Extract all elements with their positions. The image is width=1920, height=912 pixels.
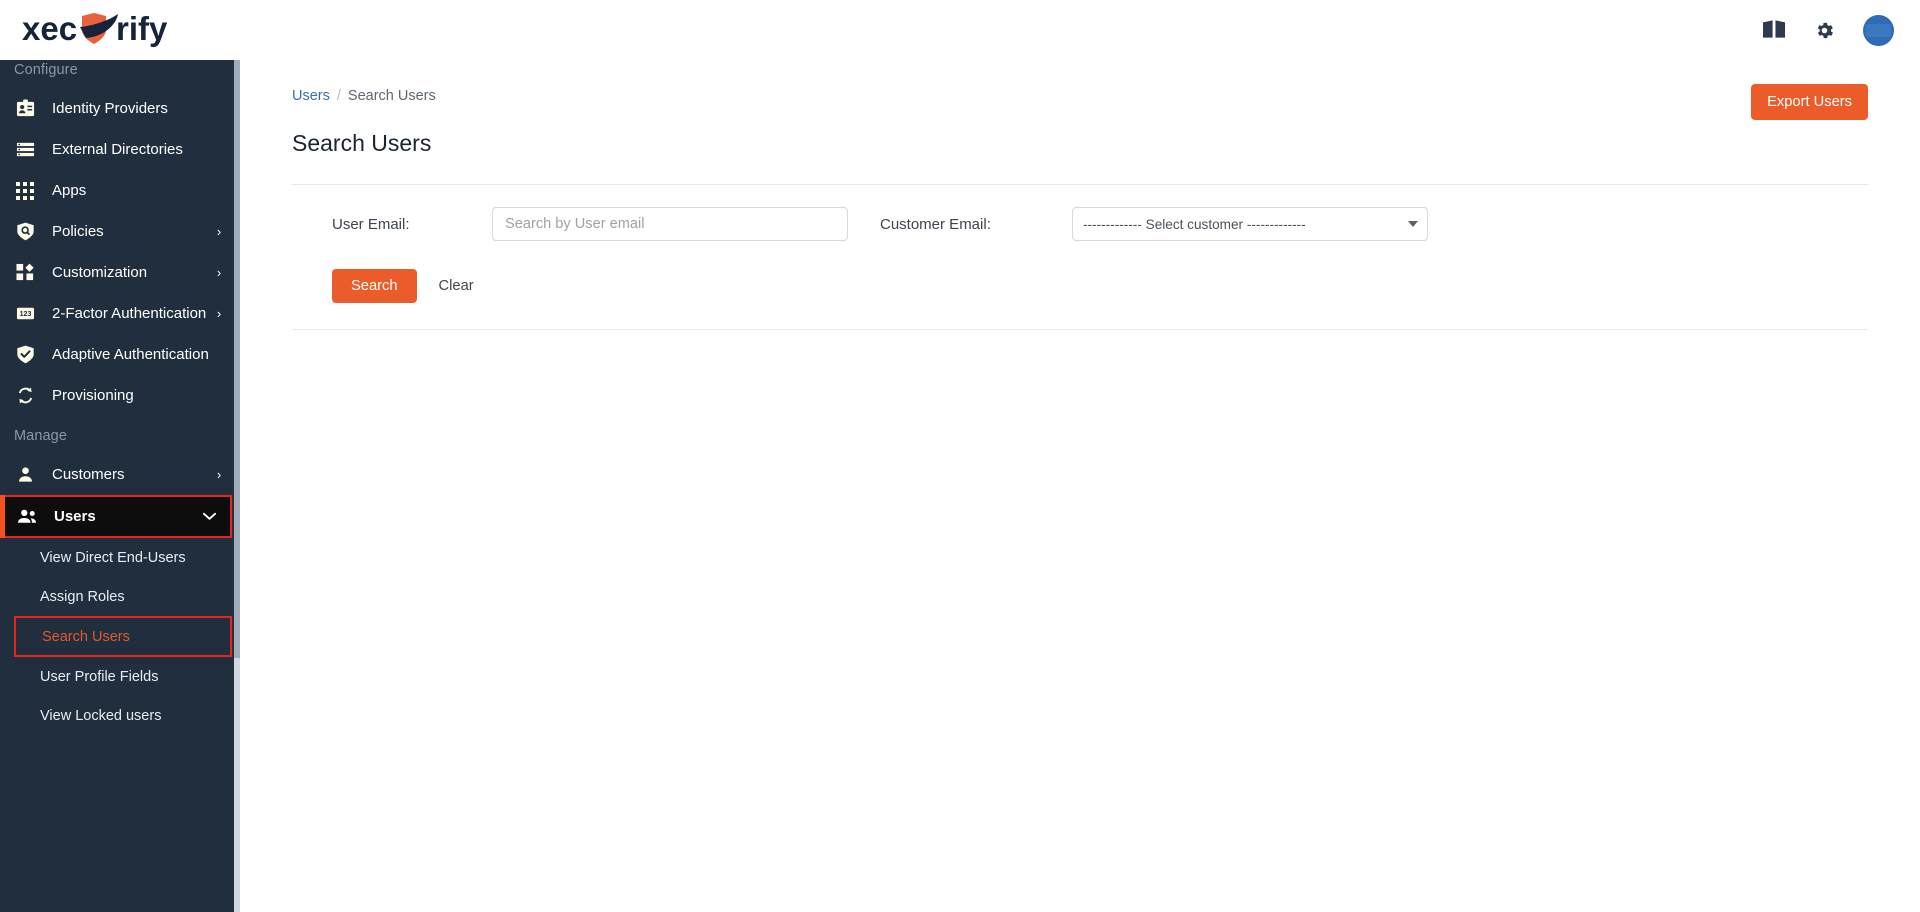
sidebar-item-label: Customization [52,264,148,281]
top-bar: xec rify [0,0,1920,60]
sidebar-subitem-search-users[interactable]: Search Users [14,616,232,657]
sidebar-item-customization[interactable]: Customization › [0,252,240,293]
sidebar-subitem-view-locked-users[interactable]: View Locked users [0,696,240,735]
gear-icon[interactable] [1814,20,1835,41]
sidebar-item-label: 2-Factor Authentication [52,305,207,322]
sidebar-section-manage: Manage [14,428,67,444]
id-badge-icon [14,98,36,120]
svg-text:123: 123 [19,311,31,318]
sidebar-subitem-label: Assign Roles [40,588,125,605]
shield-search-icon [14,221,36,243]
sidebar-item-label: Provisioning [52,387,134,404]
xecurify-logo-icon: xec rify [22,10,168,47]
list-icon [14,139,36,161]
panel-bottom-divider [292,329,1868,330]
breadcrumb-separator: / [336,88,341,104]
page-title: Search Users [292,130,432,156]
chevron-down-icon [202,512,216,521]
book-icon[interactable] [1763,20,1786,40]
sidebar-subitem-label: Search Users [42,628,130,645]
sidebar-item-label: Adaptive Authentication [52,346,209,363]
sidebar-item-2fa[interactable]: 123 2-Factor Authentication › [0,293,240,334]
shield-check-icon [14,344,36,366]
breadcrumb-users-link[interactable]: Users [292,88,330,104]
chevron-right-icon: › [216,467,222,482]
sidebar-item-policies[interactable]: Policies › [0,211,240,252]
sidebar-subitem-label: User Profile Fields [40,668,159,685]
svg-text:xec: xec [22,10,77,47]
sidebar-scrollbar[interactable] [234,50,240,912]
search-button[interactable]: Search [332,269,417,303]
top-bar-actions [1763,14,1920,46]
sidebar-item-label: Apps [52,182,87,199]
sidebar-item-users[interactable]: Users [0,495,232,538]
sidebar-item-label: Policies [52,223,104,240]
sidebar-item-label: Customers [52,466,125,483]
svg-text:rify: rify [116,10,168,47]
sidebar-item-customers[interactable]: Customers › [0,454,240,495]
123-icon: 123 [14,303,36,325]
sidebar-scrollbar-thumb[interactable] [234,50,240,658]
sidebar-item-identity-providers[interactable]: Identity Providers [0,88,240,129]
user-email-input[interactable] [492,207,848,241]
customer-email-label: Customer Email: [880,215,991,233]
search-form-row: User Email: Customer Email: ------------… [292,185,1868,241]
avatar[interactable] [1863,14,1894,46]
grid-icon [14,180,36,202]
sidebar-subitem-view-direct-end-users[interactable]: View Direct End-Users [0,538,240,577]
clear-button[interactable]: Clear [431,269,482,303]
brand-logo[interactable]: xec rify [0,0,240,60]
customer-email-select[interactable]: ------------- Select customer ----------… [1072,207,1428,241]
blocks-icon [14,262,36,284]
user-icon [14,464,36,486]
user-email-label: User Email: [332,215,410,233]
breadcrumb: Users / Search Users [292,88,1868,104]
sync-icon [14,385,36,407]
sidebar-item-label: External Directories [52,141,183,158]
chevron-right-icon: › [216,224,222,239]
users-icon [16,506,38,528]
sidebar-item-external-directories[interactable]: External Directories [0,129,240,170]
sidebar-item-label: Users [54,508,96,525]
sidebar-item-adaptive-authentication[interactable]: Adaptive Authentication [0,334,240,375]
chevron-right-icon: › [216,265,222,280]
export-users-button[interactable]: Export Users [1751,84,1868,120]
sidebar-subitem-assign-roles[interactable]: Assign Roles [0,577,240,616]
sidebar: Configure Identity Providers External Di… [0,50,240,912]
sidebar-subitem-user-profile-fields[interactable]: User Profile Fields [0,657,240,696]
customer-select-wrap: ------------- Select customer ----------… [1072,207,1428,241]
breadcrumb-current: Search Users [347,88,436,104]
chevron-right-icon: › [216,306,222,321]
sidebar-subitem-label: View Direct End-Users [40,549,186,566]
sidebar-item-label: Identity Providers [52,100,168,117]
main-content: Export Users Users / Search Users Search… [240,50,1920,912]
form-actions: Search Clear [292,241,1868,329]
sidebar-item-apps[interactable]: Apps [0,170,240,211]
sidebar-subitem-label: View Locked users [40,707,162,724]
sidebar-item-provisioning[interactable]: Provisioning [0,375,240,416]
